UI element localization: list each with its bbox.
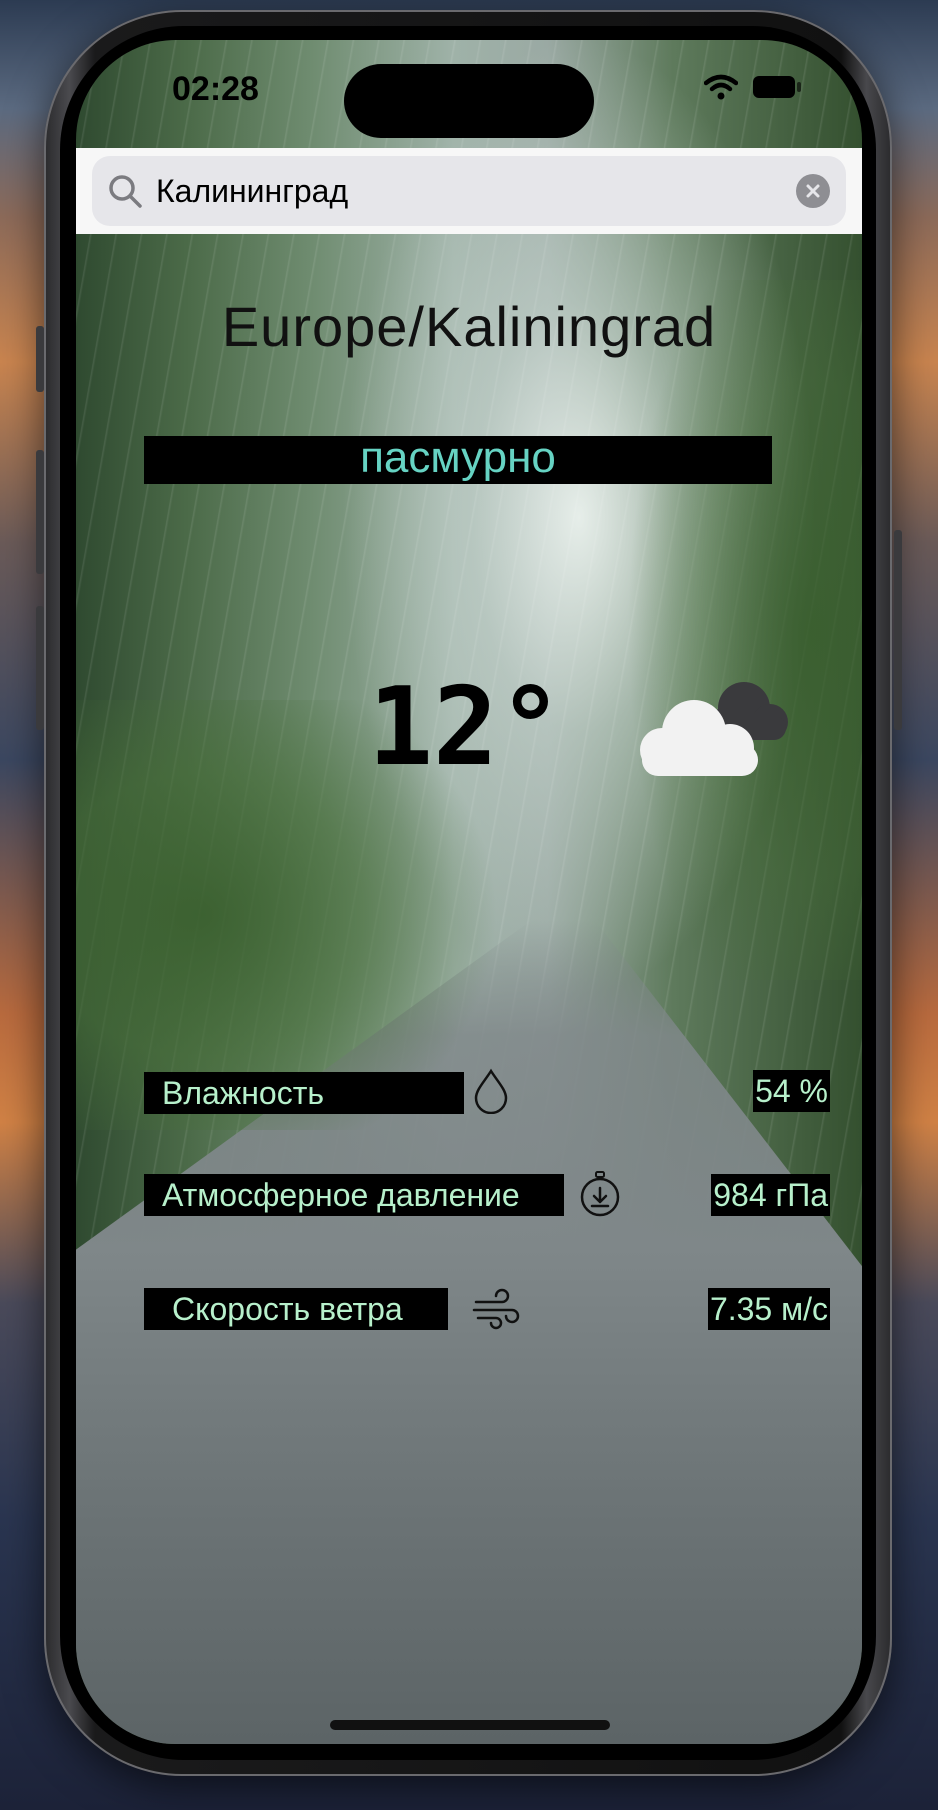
background-foliage-right xyxy=(602,280,862,980)
pressure-gauge-icon xyxy=(580,1171,620,1217)
status-icons xyxy=(704,74,802,100)
wind-icon xyxy=(472,1288,520,1330)
power-button xyxy=(894,530,902,730)
home-indicator[interactable] xyxy=(330,1720,610,1730)
wind-label: Скорость ветра xyxy=(144,1288,448,1330)
timezone-title: Europe/Kaliningrad xyxy=(221,295,717,358)
cloudy-icon xyxy=(640,682,788,776)
search-input[interactable]: Калининград xyxy=(156,173,796,210)
battery-icon xyxy=(753,76,801,98)
humidity-drop-icon xyxy=(474,1068,508,1114)
wind-value: 7.35 м/с xyxy=(707,1288,830,1330)
weather-condition: пасмурно xyxy=(144,436,772,484)
search-field[interactable]: Калининград xyxy=(92,156,846,226)
humidity-value: 54 % xyxy=(753,1070,830,1112)
volume-down-button xyxy=(36,606,44,730)
silent-switch xyxy=(36,326,44,392)
humidity-label: Влажность xyxy=(144,1072,464,1114)
volume-up-button xyxy=(36,450,44,574)
temperature: 12° xyxy=(368,665,564,790)
clear-button[interactable] xyxy=(796,174,830,208)
wifi-icon xyxy=(704,74,738,100)
dynamic-island xyxy=(344,64,594,138)
search-icon xyxy=(109,175,142,208)
app-screen: 02:28 Калининград Europe/Kaliningrad пас… xyxy=(76,40,862,1744)
status-time: 02:28 xyxy=(172,70,259,108)
pressure-value: 984 гПа xyxy=(711,1174,830,1216)
pressure-label: Атмосферное давление xyxy=(144,1174,564,1216)
clear-icon xyxy=(806,184,820,198)
search-bar: Калининград xyxy=(76,148,862,234)
